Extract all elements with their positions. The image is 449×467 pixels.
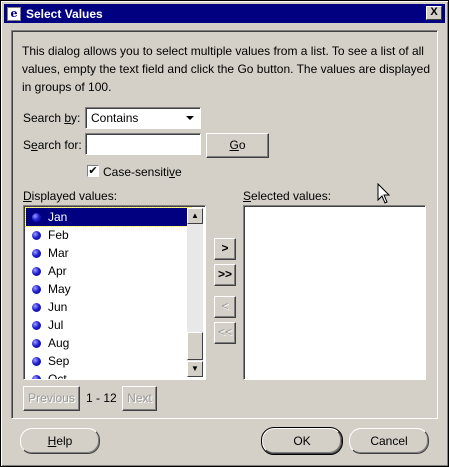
list-item[interactable]: Feb [26,226,191,244]
ok-button[interactable]: OK [261,427,343,455]
remove-all-button[interactable]: << [214,322,236,344]
bullet-icon [32,230,41,240]
search-by-select[interactable]: Contains [85,107,201,129]
chevron-down-icon [186,116,194,120]
previous-button[interactable]: Previous [23,386,80,411]
bullet-icon [32,374,41,379]
search-by-label: Search by: [23,111,81,125]
page-range: 1 - 12 [86,391,117,405]
bullet-icon [32,302,41,312]
list-item-label: Jan [48,210,68,224]
selected-values-label: Selected values: [243,189,332,203]
list-item[interactable]: Aug [26,334,191,352]
bullet-icon [32,248,41,258]
window-title: Select Values [26,6,103,21]
search-for-input[interactable] [85,133,201,155]
list-item-label: Oct [48,372,67,380]
list-item[interactable]: Apr [26,262,191,280]
bullet-icon [32,212,41,222]
list-item-label: Aug [48,336,70,350]
bullet-icon [32,338,41,348]
close-button[interactable]: X [426,6,442,20]
list-item-label: Jun [48,300,68,314]
list-item-label: Feb [48,228,69,242]
list-item[interactable]: Jun [26,298,191,316]
scroll-down-button[interactable]: ▼ [187,361,203,377]
scroll-thumb[interactable] [187,332,203,360]
description-text: This dialog allows you to select multipl… [22,44,431,94]
bullet-icon [32,320,41,330]
displayed-values-scrollbar[interactable]: ▲ ▼ [187,208,203,377]
list-item-label: Mar [48,246,69,260]
displayed-values-label: Displayed values: [23,189,118,203]
mouse-pointer-icon [377,183,391,204]
displayed-values-list[interactable]: Jan Feb Mar Apr May Jun Jul Aug Sep Oct ▲ ▼ [23,205,206,380]
list-item-label: Jul [48,318,64,332]
next-button[interactable]: Next [122,386,157,411]
list-item-label: Apr [48,264,67,278]
list-item[interactable]: Jan [25,207,192,227]
title-bar[interactable]: e Select Values X [4,4,445,23]
selected-values-list[interactable] [243,205,426,380]
help-button[interactable]: Help [20,428,100,454]
bullet-icon [32,356,41,366]
go-button[interactable]: Go [206,133,269,158]
list-item-label: Sep [48,354,70,368]
move-button[interactable]: > [214,238,236,260]
list-item[interactable]: Jul [26,316,191,334]
list-item[interactable]: Mar [26,244,191,262]
cancel-button[interactable]: Cancel [349,428,429,454]
search-for-label: Search for: [23,138,82,152]
remove-button[interactable]: < [214,296,236,318]
scroll-up-button[interactable]: ▲ [187,208,203,224]
move-all-button[interactable]: >> [214,264,236,286]
list-item[interactable]: Sep [26,352,191,370]
displayed-values-items: Jan Feb Mar Apr May Jun Jul Aug Sep Oct [25,207,192,380]
case-sensitive-label[interactable]: Case-sensitive [103,165,182,179]
case-sensitive-checkbox[interactable]: ✔ [87,165,99,177]
bullet-icon [32,266,41,276]
app-icon: e [7,6,21,21]
list-item[interactable]: May [26,280,191,298]
list-item-label: May [48,282,71,296]
bullet-icon [32,284,41,294]
search-by-value: Contains [91,111,139,125]
list-item[interactable]: Oct [26,370,191,380]
